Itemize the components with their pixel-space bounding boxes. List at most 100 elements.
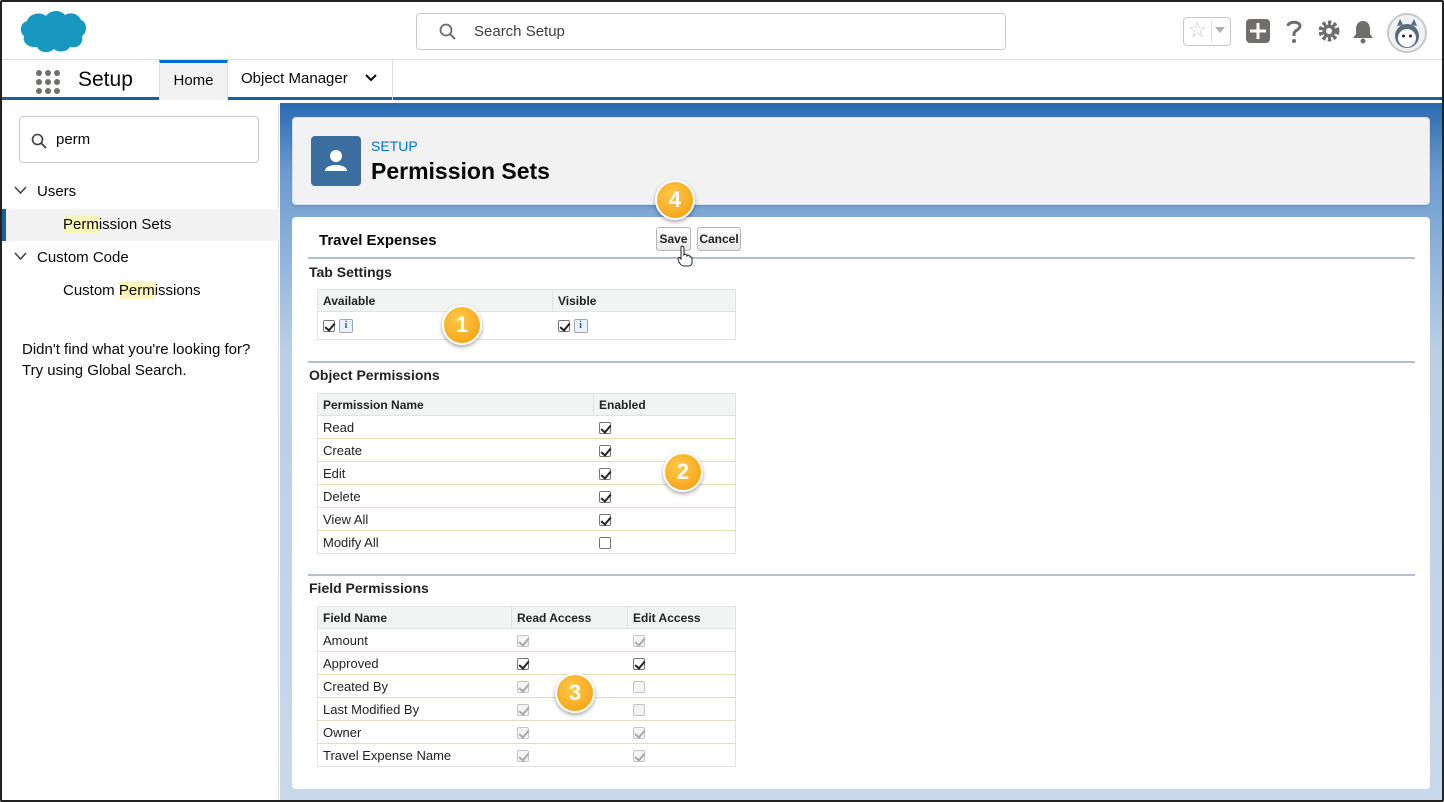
column-header: Permission Name [317, 393, 594, 416]
column-header: Visible [552, 289, 736, 312]
permission-set-icon [311, 136, 361, 186]
section-divider [308, 574, 1415, 576]
read-access-checkbox [516, 704, 529, 717]
callout-badge-3: 3 [555, 673, 595, 713]
global-search-box[interactable]: Search Setup [416, 13, 1006, 50]
edit-access-checkbox [632, 750, 645, 763]
app-name: Setup [78, 68, 133, 91]
permission-name: Create [317, 438, 594, 462]
read-access-checkbox [516, 727, 529, 740]
tree-node-label: Users [37, 183, 77, 200]
tab-home[interactable]: Home [159, 60, 228, 100]
tab-object-manager-label: Object Manager [241, 70, 348, 87]
add-icon[interactable] [1245, 18, 1271, 44]
search-placeholder: Search Setup [474, 23, 565, 40]
tree-node-custom-code[interactable]: Custom Code [2, 242, 279, 274]
favorites-button[interactable]: ☆ [1183, 17, 1231, 46]
search-icon [31, 133, 47, 149]
tab-object-manager[interactable]: Object Manager [228, 60, 393, 100]
field-name: Approved [317, 651, 512, 675]
table-row: Approved [317, 651, 736, 675]
page-title: Permission Sets [371, 158, 550, 184]
favorites-divider [1211, 21, 1212, 42]
table-row: Modify All [317, 530, 736, 554]
sidebar-item-label: Permission Sets [63, 216, 172, 233]
field-name: Last Modified By [317, 697, 512, 721]
breadcrumb[interactable]: SETUP [371, 138, 418, 154]
edit-access-checkbox[interactable] [632, 658, 645, 671]
section-title-field-permissions: Field Permissions [309, 580, 429, 596]
info-icon[interactable]: i [573, 319, 588, 334]
search-icon [439, 23, 456, 40]
edit-access-checkbox [632, 635, 645, 648]
enabled-checkbox[interactable] [598, 445, 611, 458]
cancel-button[interactable]: Cancel [697, 227, 741, 251]
permission-name: Delete [317, 484, 594, 508]
sidebar-item-custom-permissions[interactable]: Custom Permissions [2, 275, 279, 307]
table-row: Owner [317, 720, 736, 744]
tree-node-label: Custom Code [37, 249, 129, 266]
field-name: Travel Expense Name [317, 743, 512, 767]
read-access-checkbox [516, 750, 529, 763]
table-row: View All [317, 507, 736, 531]
chevron-down-icon[interactable] [14, 186, 27, 195]
column-header: Available [317, 289, 553, 312]
permission-name: Modify All [317, 530, 594, 554]
not-found-message: Didn't find what you're looking for? Try… [22, 339, 272, 381]
tab-settings-table: Available Visible i i [317, 289, 736, 340]
field-name: Amount [317, 628, 512, 652]
table-row: Read [317, 415, 736, 439]
salesforce-cloud-logo[interactable] [18, 8, 86, 54]
enabled-checkbox[interactable] [598, 491, 611, 504]
table-row: Last Modified By [317, 697, 736, 721]
table-row: Amount [317, 628, 736, 652]
setup-gear-icon[interactable] [1316, 18, 1342, 44]
tab-home-label: Home [173, 72, 214, 89]
setup-sidebar: perm Users Permission Sets Custom Code C… [2, 103, 279, 800]
app-navigation-bar: Setup Home Object Manager [2, 60, 1442, 100]
table-row: Travel Expense Name [317, 743, 736, 767]
visible-checkbox[interactable] [557, 320, 570, 333]
not-found-line-2: Try using Global Search. [22, 362, 187, 379]
enabled-checkbox[interactable] [598, 537, 611, 550]
section-title-object-permissions: Object Permissions [309, 367, 440, 383]
chevron-down-icon[interactable] [1215, 27, 1225, 33]
enabled-checkbox[interactable] [598, 468, 611, 481]
permission-name: Read [317, 415, 594, 439]
field-permissions-table: Field Name Read Access Edit Access Amoun… [317, 606, 736, 767]
quick-find-input[interactable]: perm [19, 116, 259, 163]
sidebar-item-permission-sets[interactable]: Permission Sets [2, 209, 279, 241]
app-launcher-icon[interactable] [35, 69, 61, 95]
section-divider [308, 361, 1415, 363]
record-title: Travel Expenses [319, 232, 437, 249]
read-access-checkbox [516, 635, 529, 648]
notification-bell-icon[interactable] [1350, 18, 1376, 44]
read-access-checkbox[interactable] [516, 658, 529, 671]
callout-badge-4: 4 [655, 180, 695, 220]
field-name: Created By [317, 674, 512, 698]
tree-node-users[interactable]: Users [2, 176, 279, 208]
permission-set-card: Travel Expenses Save Cancel Tab Settings… [292, 217, 1430, 789]
main-content: SETUP Permission Sets Travel Expenses Sa… [280, 103, 1442, 800]
avatar[interactable] [1387, 13, 1427, 53]
quick-find-value: perm [56, 131, 91, 148]
edit-access-checkbox [632, 704, 645, 717]
chevron-down-icon[interactable] [14, 252, 27, 261]
info-icon[interactable]: i [339, 319, 353, 334]
column-header: Read Access [511, 606, 628, 629]
enabled-checkbox[interactable] [598, 422, 611, 435]
available-checkbox[interactable] [323, 320, 335, 333]
app-window: Search Setup ☆ Setup Home Object Manager… [0, 0, 1444, 802]
column-header: Edit Access [627, 606, 736, 629]
page-header: SETUP Permission Sets [292, 117, 1430, 205]
edit-access-checkbox [632, 727, 645, 740]
permission-name: View All [317, 507, 594, 531]
read-access-checkbox [516, 681, 529, 694]
section-divider [308, 257, 1415, 259]
column-header: Field Name [317, 606, 512, 629]
help-icon[interactable] [1281, 18, 1307, 44]
star-icon: ☆ [1188, 19, 1207, 42]
enabled-checkbox[interactable] [598, 514, 611, 527]
not-found-line-1: Didn't find what you're looking for? [22, 341, 251, 358]
chevron-down-icon[interactable] [364, 73, 378, 83]
